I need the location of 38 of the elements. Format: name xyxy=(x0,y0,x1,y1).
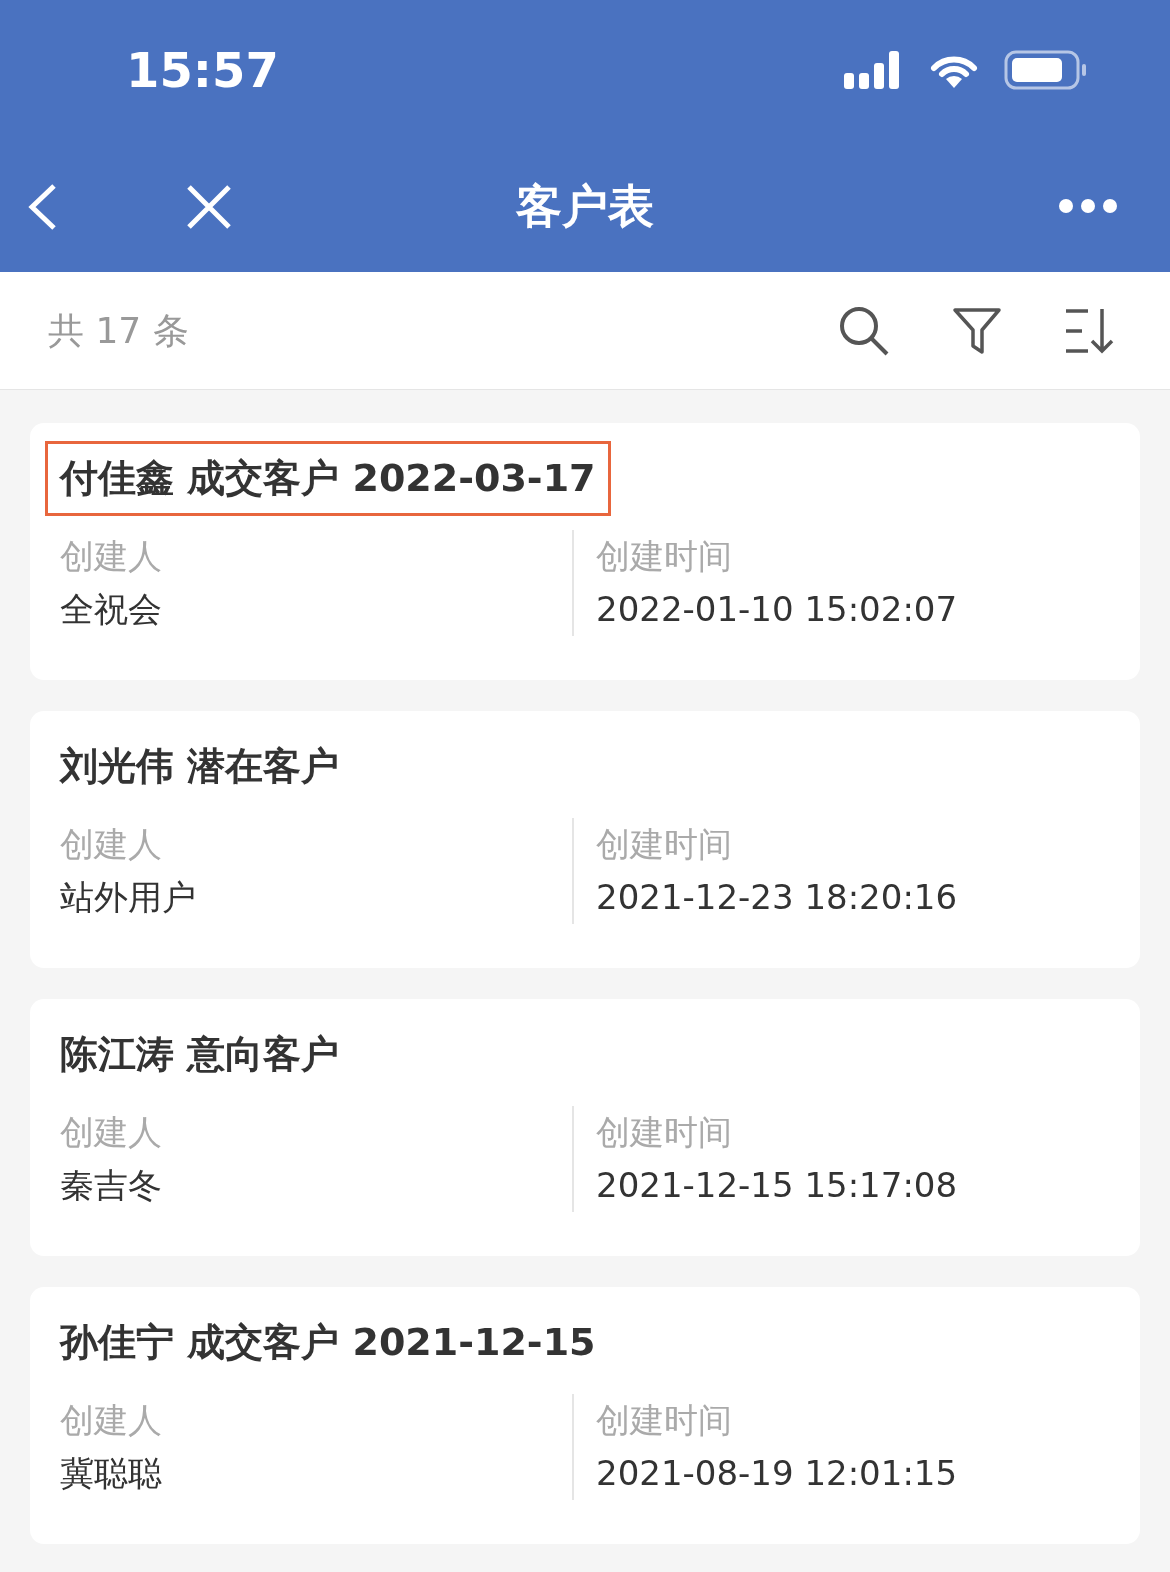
field-label: 创建人 xyxy=(60,1399,163,1442)
field-label: 创建时间 xyxy=(596,1111,733,1154)
search-icon xyxy=(838,304,890,357)
record-title: 刘光伟 潜在客户 xyxy=(60,743,340,790)
filter-icon xyxy=(952,305,1002,356)
field-value: 冀聪聪 xyxy=(60,1452,163,1495)
record-card[interactable]: 刘光伟 潜在客户 创建人 站外用户 创建时间 2021-12-23 18:20:16 xyxy=(30,711,1140,968)
field-label: 创建人 xyxy=(60,823,163,866)
close-icon xyxy=(186,184,232,230)
more-icon xyxy=(1058,198,1118,214)
sort-button[interactable] xyxy=(1064,306,1116,355)
field-label: 创建时间 xyxy=(596,823,733,866)
record-title: 孙佳宁 成交客户 2021-12-15 xyxy=(60,1319,596,1366)
field-value: 2021-12-15 15:17:08 xyxy=(596,1164,959,1207)
more-button[interactable] xyxy=(1058,198,1118,214)
page-title: 客户表 xyxy=(516,177,654,235)
field-value: 秦吉冬 xyxy=(60,1164,163,1207)
field-label: 创建时间 xyxy=(596,535,733,578)
record-title: 陈江涛 意向客户 xyxy=(60,1031,340,1078)
field-value: 全祝会 xyxy=(60,588,163,631)
close-button[interactable] xyxy=(186,184,232,230)
search-button[interactable] xyxy=(838,304,890,357)
field-label: 创建时间 xyxy=(596,1399,733,1442)
record-count: 共 17 条 xyxy=(48,308,189,353)
field-value: 2021-12-23 18:20:16 xyxy=(596,876,959,919)
status-time: 15:57 xyxy=(126,41,279,100)
field-label: 创建人 xyxy=(60,535,163,578)
record-card[interactable]: 付佳鑫 成交客户 2022-03-17 创建人 全祝会 创建时间 2022-01-10 15:02:07 xyxy=(30,423,1140,680)
field-value: 2021-08-19 12:01:15 xyxy=(596,1452,959,1495)
battery-icon xyxy=(1004,49,1088,91)
field-value: 站外用户 xyxy=(60,876,197,919)
record-card[interactable]: 陈江涛 意向客户 创建人 秦吉冬 创建时间 2021-12-15 15:17:08 xyxy=(30,999,1140,1256)
filter-button[interactable] xyxy=(952,305,1002,356)
sort-icon xyxy=(1064,306,1116,355)
record-title: 付佳鑫 成交客户 2022-03-17 xyxy=(45,441,611,516)
field-label: 创建人 xyxy=(60,1111,163,1154)
field-value: 2022-01-10 15:02:07 xyxy=(596,588,959,631)
record-card[interactable]: 孙佳宁 成交客户 2021-12-15 创建人 冀聪聪 创建时间 2021-08-19 12:01:15 xyxy=(30,1287,1140,1544)
